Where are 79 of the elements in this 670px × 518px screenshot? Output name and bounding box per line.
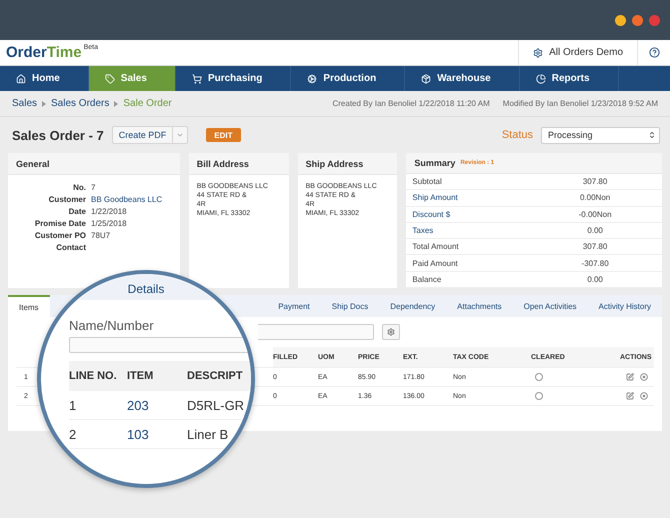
created-info: Created By Ian Benoliel 1/22/2018 11:20 AM — [332, 99, 490, 108]
chevron-icon — [42, 100, 46, 106]
summary-value: 307.80 — [582, 242, 608, 252]
table-cell: 1 — [69, 391, 127, 420]
field-value: 1/22/2018 — [91, 207, 128, 216]
summary-value: -307.80 — [582, 258, 609, 268]
field-value: 1/25/2018 — [91, 219, 128, 228]
search-field[interactable] — [258, 324, 374, 340]
field-label: Contact — [55, 243, 86, 252]
settings-icon — [387, 328, 395, 336]
cleared-radio[interactable] — [535, 392, 543, 400]
summary-link[interactable]: Discount $ — [412, 210, 450, 219]
tag-icon — [104, 74, 115, 84]
item-link[interactable]: 103 — [127, 420, 187, 449]
edit-icon[interactable] — [626, 373, 634, 381]
summary-value: 0.00 — [587, 274, 603, 284]
modified-info: Modified By Ian Benoliel 1/23/2018 9:52 AM — [502, 99, 658, 108]
customer-link[interactable]: BB Goodbeans LLC — [91, 195, 174, 204]
breadcrumb-link[interactable]: Sales Orders — [51, 98, 110, 109]
tab[interactable]: Ship Docs — [320, 295, 380, 317]
tab[interactable]: Attachments — [446, 295, 513, 317]
status-select[interactable]: Processing — [541, 126, 660, 144]
card-title: Ship Address — [306, 158, 364, 168]
summary-label: Balance — [412, 274, 442, 284]
table-cell: Liner B — [187, 420, 251, 449]
summary-label: Total Amount — [412, 242, 459, 252]
summary-value: 307.80 — [582, 177, 608, 186]
column-header: DESCRIPT — [187, 361, 251, 391]
column-header: ITEM — [127, 361, 187, 391]
page-title: Sales Order - 7 — [12, 128, 104, 142]
chevron-icon — [114, 100, 118, 106]
tab[interactable]: Items — [8, 295, 50, 317]
cleared-radio[interactable] — [535, 373, 543, 381]
card-title: Bill Address — [196, 158, 249, 168]
field-label: Customer PO — [34, 231, 86, 240]
minimize-dot[interactable] — [615, 14, 626, 26]
field-label: Customer — [48, 195, 86, 204]
pie-chart-icon — [536, 74, 546, 84]
tab[interactable]: Details — [128, 282, 164, 300]
field-label: Promise Date — [34, 219, 86, 228]
field-value: 7 — [91, 183, 96, 192]
close-dot[interactable] — [649, 14, 660, 26]
card-title: Summary — [414, 158, 456, 168]
house-icon — [16, 74, 26, 84]
help-icon[interactable] — [648, 47, 660, 58]
summary-link[interactable]: Ship Amount — [412, 193, 458, 202]
delete-icon[interactable] — [640, 392, 648, 400]
summary-label: Paid Amount — [412, 258, 458, 268]
summary-link[interactable]: Taxes — [412, 226, 434, 236]
updown-caret-icon — [648, 131, 656, 139]
tab[interactable]: Dependency — [379, 295, 446, 317]
settings-icon — [533, 48, 544, 58]
column-header: LINE NO. — [69, 361, 127, 391]
delete-icon[interactable] — [640, 373, 648, 381]
box-icon — [421, 74, 432, 84]
settings-button[interactable] — [382, 324, 400, 340]
summary-value: 0.00 — [587, 226, 603, 236]
field-label: No. — [72, 183, 86, 192]
tab[interactable]: Activity History — [588, 295, 662, 317]
tab[interactable]: Open Activities — [512, 295, 588, 317]
cart-icon — [192, 74, 202, 84]
field-value: 78U7 — [91, 231, 112, 240]
field-label: Date — [68, 207, 86, 216]
card-title: General — [16, 158, 50, 168]
cogs-icon — [307, 74, 318, 84]
table-cell: D5RL-GR — [187, 391, 251, 420]
field-label: Name/Number — [69, 318, 154, 333]
item-link[interactable]: 203 — [127, 391, 187, 420]
breadcrumb-link[interactable]: Sales — [12, 98, 38, 109]
edit-icon[interactable] — [626, 392, 634, 400]
summary-value: -0.00Non — [578, 210, 612, 219]
summary-value: 0.00Non — [580, 193, 610, 202]
caret-icon — [176, 131, 184, 139]
table-cell: 2 — [69, 420, 127, 449]
tab[interactable]: Payment — [267, 295, 321, 317]
status-label: Status — [502, 129, 533, 141]
account-menu[interactable]: All Orders Demo — [518, 40, 638, 65]
maximize-dot[interactable] — [632, 14, 643, 26]
summary-label: Subtotal — [412, 177, 442, 186]
